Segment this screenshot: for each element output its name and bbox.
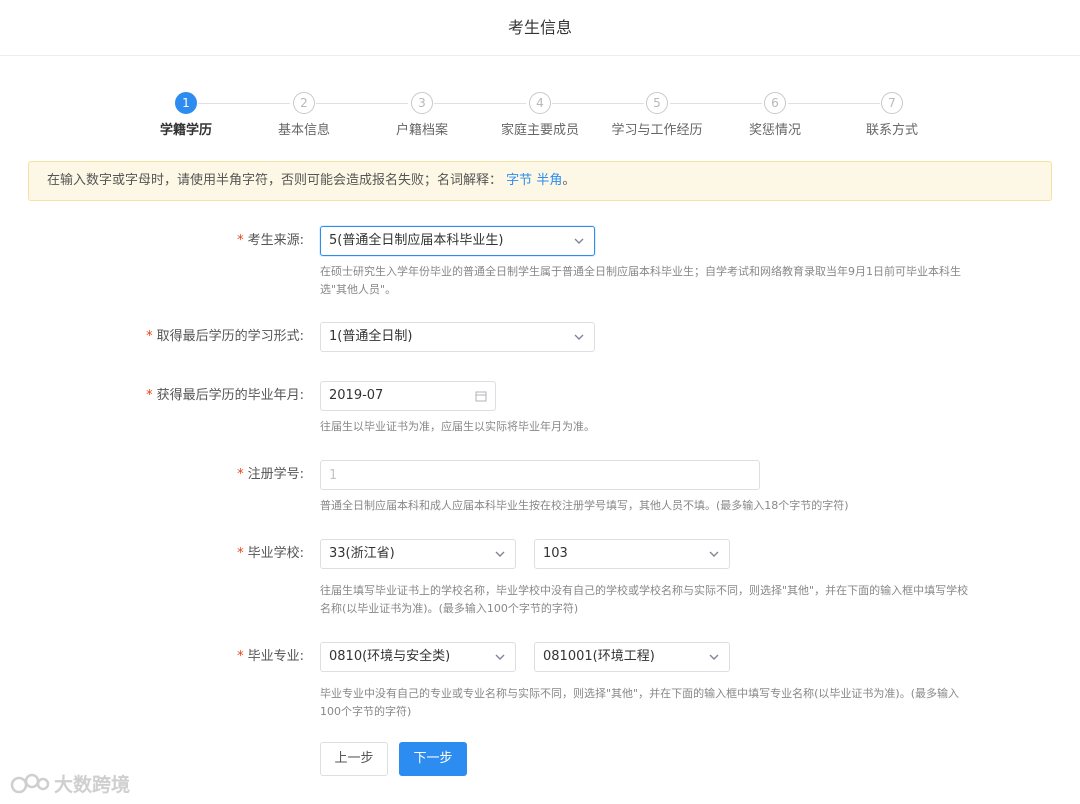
grad-date-help: 往届生以毕业证书为准，应届生以实际将毕业年月为准。	[320, 420, 595, 433]
half-width-notice: 在输入数字或字母时，请使用半角字符，否则可能会造成报名失败；名词解释： 字节 半…	[28, 161, 1052, 201]
major-category-select[interactable]: 0810(环境与安全类)	[320, 642, 516, 672]
step-label: 学籍学历	[159, 123, 212, 138]
school-help: 往届生填写毕业证书上的学校名称，毕业学校中没有自己的学校或学校名称与实际不同，则…	[320, 584, 969, 615]
major-label: * 毕业专业:	[4, 642, 304, 672]
source-select[interactable]: 5(普通全日制应届本科毕业生)	[320, 226, 595, 256]
chevron-down-icon	[495, 654, 505, 660]
next-step-button[interactable]: 下一步	[399, 742, 467, 776]
step-number: 7	[881, 92, 903, 114]
watermark-logo-icon	[10, 773, 50, 793]
required-mark: *	[146, 388, 153, 403]
required-mark: *	[237, 467, 244, 482]
study-form-select-value: 1(普通全日制)	[329, 329, 413, 344]
page-title: 考生信息	[507, 18, 572, 37]
reg-number-label-text: 注册学号:	[247, 467, 304, 482]
notice-end: 。	[562, 173, 576, 188]
chevron-down-icon	[709, 551, 719, 557]
required-mark: *	[237, 649, 244, 664]
watermark: 大数跨境	[10, 770, 130, 797]
step-rewards-penalties[interactable]: 6 奖惩情况	[720, 92, 830, 138]
major-category-value: 0810(环境与安全类)	[329, 649, 451, 664]
grad-date-label-text: 获得最后学历的毕业年月:	[156, 388, 304, 403]
school-label-text: 毕业学校:	[247, 546, 304, 561]
grad-date-label: * 获得最后学历的毕业年月:	[4, 381, 304, 411]
step-progress: 1 学籍学历 2 基本信息 3 户籍档案 4 家庭主要成员 5 学习与工作经历 …	[0, 92, 1080, 142]
link-half-width[interactable]: 半角	[536, 173, 562, 188]
step-number: 5	[646, 92, 668, 114]
school-name-value: 103	[543, 546, 568, 561]
chevron-down-icon	[709, 654, 719, 660]
step-label: 基本信息	[277, 123, 330, 138]
step-number: 6	[764, 92, 786, 114]
reg-number-field[interactable]	[329, 461, 759, 489]
link-byte[interactable]: 字节	[506, 173, 532, 188]
required-mark: *	[237, 546, 244, 561]
school-province-value: 33(浙江省)	[329, 546, 395, 561]
step-label: 联系方式	[865, 123, 918, 138]
source-label: * 考生来源:	[4, 226, 304, 256]
step-number: 3	[411, 92, 433, 114]
chevron-down-icon	[495, 551, 505, 557]
step-study-work-history[interactable]: 5 学习与工作经历	[602, 92, 712, 138]
step-household-archive[interactable]: 3 户籍档案	[367, 92, 477, 138]
grad-date-picker[interactable]: 2019-07	[320, 381, 496, 411]
step-label: 户籍档案	[395, 123, 448, 138]
step-number: 4	[529, 92, 551, 114]
step-label: 奖惩情况	[748, 123, 801, 138]
major-label-text: 毕业专业:	[247, 649, 304, 664]
chevron-down-icon	[574, 238, 584, 244]
step-xueji-xueli[interactable]: 1 学籍学历	[131, 92, 241, 138]
reg-number-help: 普通全日制应届本科和成人应届本科毕业生按在校注册学号填写，其他人员不填。(最多输…	[320, 499, 849, 512]
step-family-members[interactable]: 4 家庭主要成员	[485, 92, 595, 138]
study-form-label: * 取得最后学历的学习形式:	[4, 322, 304, 352]
school-province-select[interactable]: 33(浙江省)	[320, 539, 516, 569]
major-help: 毕业专业中没有自己的专业或专业名称与实际不同，则选择"其他"，并在下面的输入框中…	[320, 687, 959, 718]
study-form-select[interactable]: 1(普通全日制)	[320, 322, 595, 352]
school-name-select[interactable]: 103	[534, 539, 730, 569]
step-label: 家庭主要成员	[500, 123, 579, 138]
page-header: 考生信息	[0, 0, 1080, 56]
reg-number-input[interactable]	[320, 460, 760, 490]
chevron-down-icon	[574, 334, 584, 340]
study-form-label-text: 取得最后学历的学习形式:	[156, 329, 304, 344]
step-contact-info[interactable]: 7 联系方式	[837, 92, 947, 138]
prev-step-button[interactable]: 上一步	[320, 742, 388, 776]
major-value: 081001(环境工程)	[543, 649, 655, 664]
notice-text: 在输入数字或字母时，请使用半角字符，否则可能会造成报名失败；名词解释：	[47, 173, 503, 188]
required-mark: *	[146, 329, 153, 344]
watermark-text: 大数跨境	[54, 774, 131, 796]
step-number: 2	[293, 92, 315, 114]
calendar-icon	[475, 391, 487, 402]
source-select-value: 5(普通全日制应届本科毕业生)	[329, 233, 504, 248]
reg-number-label: * 注册学号:	[4, 460, 304, 490]
required-mark: *	[237, 233, 244, 248]
major-select[interactable]: 081001(环境工程)	[534, 642, 730, 672]
source-help: 在硕士研究生入学年份毕业的普通全日制学生属于普通全日制应届本科毕业生；自学考试和…	[320, 265, 961, 296]
grad-date-value: 2019-07	[329, 388, 384, 403]
step-number: 1	[175, 92, 197, 114]
school-label: * 毕业学校:	[4, 539, 304, 569]
source-label-text: 考生来源:	[247, 233, 304, 248]
step-basic-info[interactable]: 2 基本信息	[249, 92, 359, 138]
step-label: 学习与工作经历	[611, 123, 703, 138]
